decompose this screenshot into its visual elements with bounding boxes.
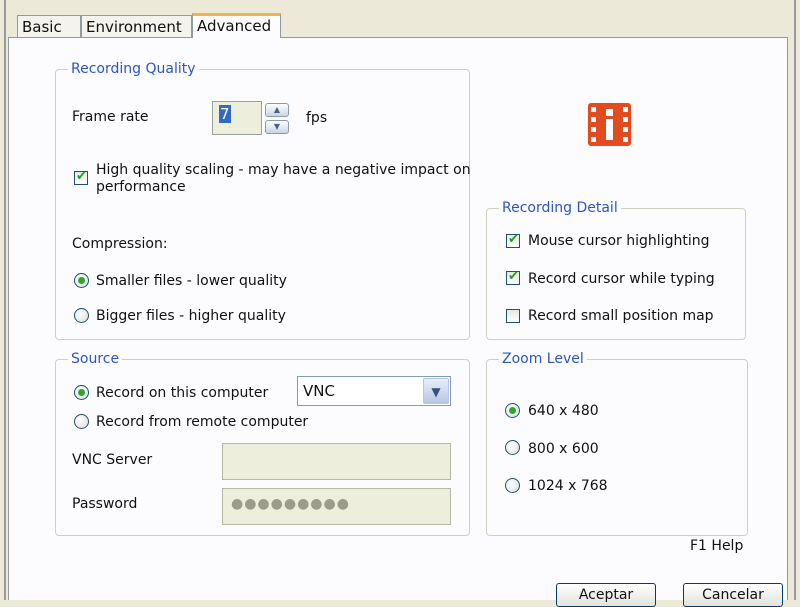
zoom-640-radio[interactable] (505, 403, 520, 418)
zoom-1024-label: 1024 x 768 (528, 478, 608, 494)
record-position-map-checkbox[interactable] (506, 309, 520, 323)
record-cursor-typing-checkbox[interactable]: ✔ (506, 269, 520, 285)
recording-detail-legend: Recording Detail (499, 200, 621, 216)
protocol-select[interactable]: VNC ▼ (297, 376, 451, 406)
frame-rate-up-button[interactable]: ▲ (265, 103, 289, 117)
frame-rate-unit: fps (306, 110, 328, 126)
tab-advanced[interactable]: Advanced (192, 13, 281, 38)
record-cursor-typing-label: Record cursor while typing (528, 271, 715, 287)
source-legend: Source (68, 351, 123, 367)
zoom-1024-radio[interactable] (505, 478, 520, 493)
check-icon: ✔ (76, 169, 87, 184)
record-position-map-label: Record small position map (528, 308, 714, 324)
zoom-640-label: 640 x 480 (528, 403, 599, 419)
check-icon: ✔ (508, 232, 519, 247)
frame-rate-input[interactable]: 7 (212, 101, 262, 135)
record-remote-radio[interactable] (74, 414, 89, 429)
radio-selected-dot (509, 407, 516, 414)
password-label: Password (72, 496, 138, 512)
chevron-down-icon: ▼ (273, 122, 281, 131)
mouse-cursor-highlighting-checkbox[interactable]: ✔ (506, 232, 520, 248)
chevron-up-icon: ▲ (273, 105, 281, 114)
compression-bigger-radio[interactable] (74, 308, 89, 323)
chevron-down-icon[interactable]: ▼ (423, 378, 449, 404)
info-film-icon (588, 103, 631, 146)
compression-label: Compression: (72, 236, 168, 252)
protocol-select-value: VNC (303, 382, 335, 400)
record-local-label: Record on this computer (96, 385, 269, 401)
frame-rate-down-button[interactable]: ▼ (265, 120, 289, 134)
radio-selected-dot (78, 277, 85, 284)
window-frame-right (794, 0, 796, 600)
compression-smaller-label: Smaller files - lower quality (96, 273, 287, 289)
compression-bigger-label: Bigger files - higher quality (96, 308, 286, 324)
password-input[interactable]: ●●●●●●●●● (222, 488, 451, 525)
radio-selected-dot (78, 389, 85, 396)
recording-quality-legend: Recording Quality (68, 61, 199, 77)
high-quality-scaling-checkbox[interactable]: ✔ (74, 169, 88, 185)
vnc-server-input[interactable] (222, 443, 451, 480)
high-quality-scaling-label-line1: High quality scaling - may have a negati… (96, 162, 471, 178)
frame-rate-label: Frame rate (72, 109, 149, 125)
tab-basic[interactable]: Basic (17, 15, 81, 37)
record-remote-label: Record from remote computer (96, 414, 309, 430)
ok-button[interactable]: Aceptar (556, 583, 656, 607)
tab-environment[interactable]: Environment (81, 15, 192, 37)
window-frame-left (4, 0, 6, 600)
record-local-radio[interactable] (74, 385, 89, 400)
mouse-cursor-highlighting-label: Mouse cursor highlighting (528, 233, 710, 249)
zoom-level-group: Zoom Level (486, 351, 748, 536)
cancel-button[interactable]: Cancelar (683, 583, 783, 607)
vnc-server-label: VNC Server (72, 452, 153, 468)
frame-rate-value: 7 (219, 105, 231, 123)
help-text: F1 Help (690, 538, 744, 554)
zoom-level-legend: Zoom Level (499, 351, 587, 367)
check-icon: ✔ (508, 269, 519, 284)
password-value: ●●●●●●●●● (231, 496, 350, 512)
high-quality-scaling-label-line2: performance (96, 179, 186, 195)
zoom-800-radio[interactable] (505, 440, 520, 455)
zoom-800-label: 800 x 600 (528, 441, 599, 457)
compression-smaller-radio[interactable] (74, 273, 89, 288)
